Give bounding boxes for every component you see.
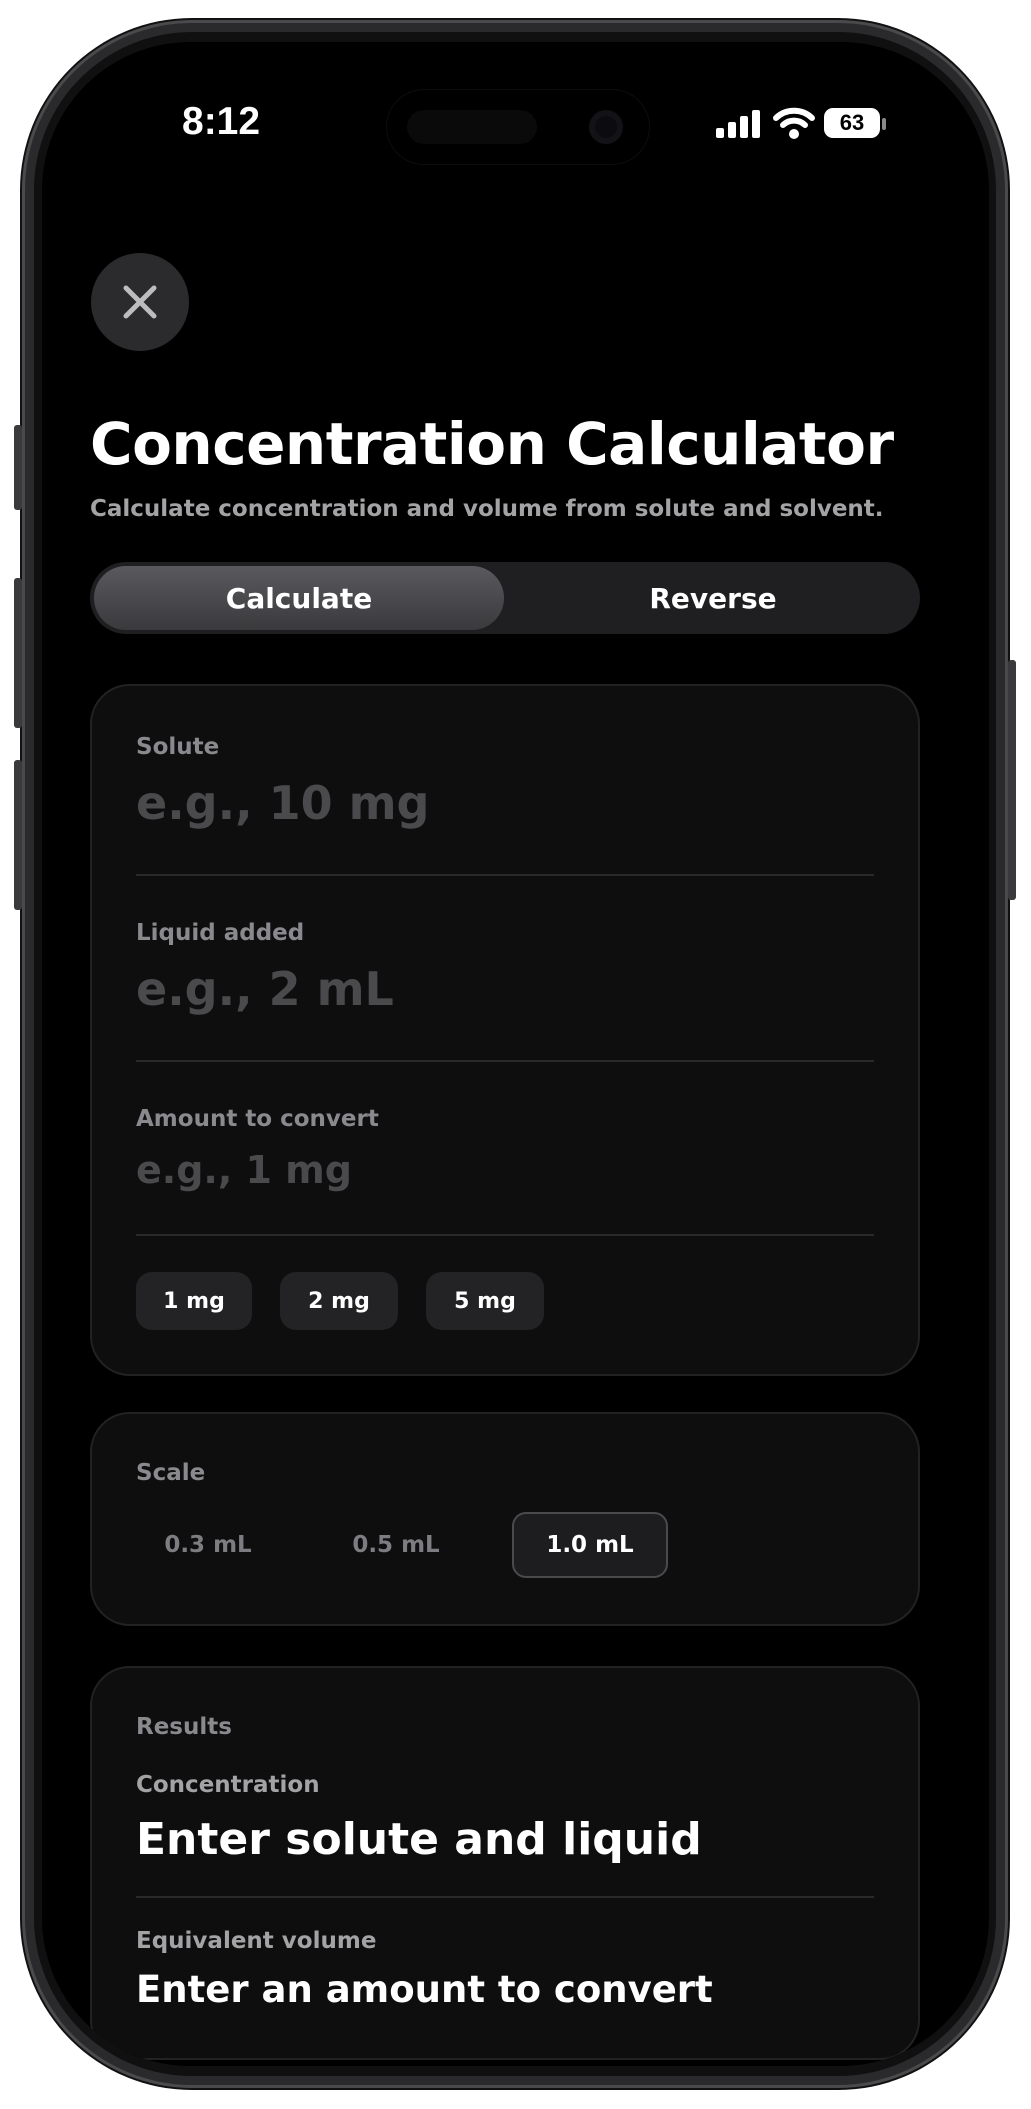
quick-amount-2mg[interactable]: 2 mg [280,1272,398,1330]
scale-option-1-0ml[interactable]: 1.0 mL [512,1512,668,1578]
scale-option-0-3ml[interactable]: 0.3 mL [130,1512,286,1578]
tab-calculate[interactable]: Calculate [94,566,504,630]
results-card: Results Concentration Enter solute and l… [90,1666,920,2060]
battery-icon: 63 [824,108,880,138]
scale-label: Scale [136,1460,206,1486]
status-bar: 8:12 63 [42,90,989,164]
power-button [1008,660,1016,900]
amount-label: Amount to convert [136,1106,379,1132]
cellular-signal-icon [716,110,760,138]
concentration-value: Enter solute and liquid [136,1814,702,1865]
action-button [14,425,22,510]
volume-down-button [14,760,22,910]
quick-amount-1mg[interactable]: 1 mg [136,1272,252,1330]
page-subtitle: Calculate concentration and volume from … [90,496,884,522]
close-button[interactable] [91,253,189,351]
close-icon [123,285,157,319]
divider [136,874,874,876]
app-screen: 8:12 63 Concentration Calculator Calcula… [42,42,989,2066]
liquid-input[interactable]: e.g., 2 mL [136,962,394,1016]
divider [136,1896,874,1898]
volume-label: Equivalent volume [136,1928,377,1954]
volume-value: Enter an amount to convert [136,1968,713,2011]
quick-amount-5mg[interactable]: 5 mg [426,1272,544,1330]
status-time: 8:12 [182,100,261,143]
tab-reverse[interactable]: Reverse [508,566,918,630]
results-heading: Results [136,1714,232,1740]
solute-label: Solute [136,734,220,760]
battery-cap [882,118,886,130]
scale-option-0-5ml[interactable]: 0.5 mL [318,1512,474,1578]
divider [136,1234,874,1236]
divider [136,1060,874,1062]
wifi-icon [773,107,815,139]
volume-up-button [14,578,22,728]
island-sensor [407,110,537,144]
scale-card: Scale 0.3 mL 0.5 mL 1.0 mL [90,1412,920,1626]
input-card: Solute e.g., 10 mg Liquid added e.g., 2 … [90,684,920,1376]
amount-input[interactable]: e.g., 1 mg [136,1148,352,1192]
front-camera [589,110,623,144]
solute-input[interactable]: e.g., 10 mg [136,776,429,830]
dynamic-island [387,90,649,164]
liquid-label: Liquid added [136,920,305,946]
concentration-label: Concentration [136,1772,320,1798]
page-title: Concentration Calculator [90,410,894,478]
mode-segmented-control: Calculate Reverse [90,562,920,634]
